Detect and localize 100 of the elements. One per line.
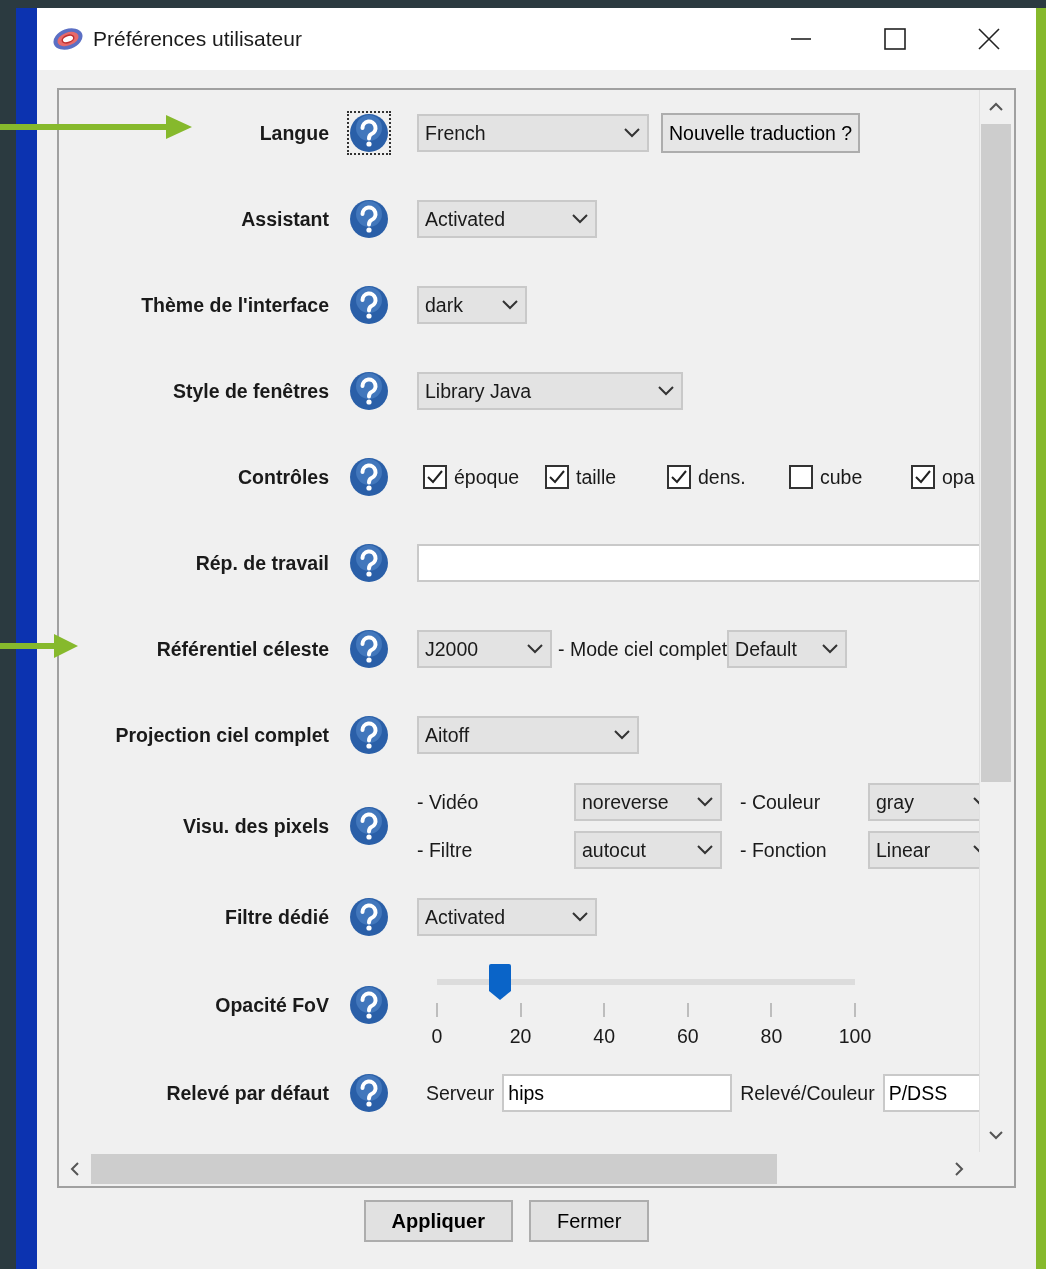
help-icon	[350, 986, 388, 1024]
dropdown[interactable]: Default	[727, 630, 848, 668]
setting-label: Contrôles	[238, 465, 329, 488]
translation-button[interactable]: Nouvelle traduction ?	[661, 113, 861, 153]
checkbox[interactable]	[545, 465, 569, 489]
dropdown[interactable]: Linear	[868, 831, 979, 869]
checkbox[interactable]	[911, 465, 935, 489]
dropdown[interactable]: gray	[868, 783, 979, 821]
help-button[interactable]	[347, 713, 391, 757]
help-button[interactable]	[347, 455, 391, 499]
help-icon	[350, 544, 388, 582]
input-field[interactable]	[417, 544, 979, 582]
field-label: Serveur	[426, 1081, 495, 1105]
dropdown-caret-icon	[571, 911, 589, 923]
field-label: - Fonction	[739, 838, 828, 862]
maximize-icon	[884, 28, 906, 50]
scroll-thumb[interactable]	[91, 1154, 777, 1184]
field-label: Relevé/Couleur	[740, 1081, 875, 1105]
field-label: - Mode ciel complet	[558, 637, 728, 661]
field-label: - Couleur	[739, 790, 822, 814]
field-label: - Filtre	[417, 838, 474, 862]
dropdown[interactable]: Library Java	[417, 372, 683, 410]
checkbox[interactable]	[789, 465, 813, 489]
help-icon	[350, 807, 388, 845]
dropdown[interactable]: Aitoff	[417, 716, 639, 754]
window-title: Préférences utilisateur	[93, 27, 303, 51]
dropdown-caret-icon	[657, 385, 675, 397]
checkbox-label: opa	[942, 465, 975, 489]
setting-label: Rép. de travail	[195, 551, 329, 574]
dropdown-caret-icon	[526, 643, 544, 655]
help-button[interactable]	[347, 283, 391, 327]
checkbox[interactable]	[423, 465, 447, 489]
input-field[interactable]: hips	[502, 1074, 733, 1112]
help-icon	[350, 630, 388, 668]
help-button[interactable]	[347, 197, 391, 241]
checkbox[interactable]	[667, 465, 691, 489]
dropdown[interactable]: autocut	[574, 831, 722, 869]
checkbox-label: époque	[454, 465, 520, 489]
help-icon	[350, 114, 388, 152]
dropdown[interactable]: J2000	[417, 630, 552, 668]
setting-label: Assistant	[241, 207, 329, 230]
help-button[interactable]	[347, 983, 391, 1027]
slider-thumb[interactable]	[487, 962, 512, 1001]
input-field[interactable]: P/DSS	[882, 1074, 979, 1112]
setting-label: Visu. des pixels	[183, 814, 329, 837]
tick-label: 100	[838, 1024, 872, 1048]
help-icon	[350, 898, 388, 936]
help-button[interactable]	[347, 369, 391, 413]
dropdown-caret-icon	[821, 643, 840, 655]
help-button[interactable]	[347, 627, 391, 671]
app-logo-icon	[51, 25, 85, 53]
field-label: - Vidéo	[417, 790, 480, 814]
dropdown[interactable]: dark	[417, 286, 527, 324]
chevron-left-icon	[70, 1161, 80, 1177]
dropdown-caret-icon	[623, 127, 641, 139]
setting-label: Projection ciel complet	[115, 723, 329, 746]
help-button[interactable]	[347, 804, 391, 848]
setting-label: Relevé par défaut	[166, 1081, 329, 1104]
vertical-scrollbar[interactable]	[979, 90, 1012, 1152]
dropdown-caret-icon	[613, 729, 631, 741]
dropdown-caret-icon	[696, 796, 714, 808]
dropdown-caret-icon	[571, 213, 589, 225]
tick-label: 60	[676, 1024, 699, 1048]
dropdown-caret-icon	[696, 844, 714, 856]
close-icon	[978, 28, 1000, 50]
scroll-thumb[interactable]	[981, 124, 1011, 782]
chevron-right-icon	[954, 1161, 964, 1177]
checkbox-label: dens.	[698, 465, 746, 489]
minimize-icon	[790, 38, 812, 40]
dropdown[interactable]: Activated	[417, 200, 597, 238]
dropdown[interactable]: noreverse	[574, 783, 722, 821]
tick-label: 40	[593, 1024, 616, 1048]
tick-label: 80	[760, 1024, 783, 1048]
help-button[interactable]	[347, 541, 391, 585]
chevron-down-icon	[988, 1131, 1004, 1141]
tick-label: 20	[509, 1024, 532, 1048]
help-icon	[350, 372, 388, 410]
help-button[interactable]	[347, 1071, 391, 1115]
help-button[interactable]	[347, 895, 391, 939]
help-icon	[350, 458, 388, 496]
setting-label: Filtre dédié	[224, 905, 329, 928]
setting-label: Référentiel céleste	[156, 637, 329, 660]
dropdown[interactable]: Activated	[417, 898, 597, 936]
help-icon	[350, 286, 388, 324]
setting-label: Style de fenêtres	[172, 379, 329, 402]
setting-label: Thème de l'interface	[141, 293, 329, 316]
dropdown-caret-icon	[501, 299, 519, 311]
dialog-button[interactable]: Appliquer	[363, 1200, 513, 1242]
help-icon	[350, 1074, 388, 1112]
setting-label: Opacité FoV	[215, 993, 329, 1016]
help-button[interactable]	[347, 111, 391, 155]
dialog-button[interactable]: Fermer	[528, 1200, 650, 1242]
dropdown[interactable]: French	[417, 114, 649, 152]
setting-label: Langue	[259, 121, 329, 144]
help-icon	[350, 200, 388, 238]
checkbox-label: taille	[576, 465, 617, 489]
help-icon	[350, 716, 388, 754]
tick-label: 0	[431, 1024, 443, 1048]
chevron-up-icon	[988, 101, 1004, 111]
checkbox-label: cube	[820, 465, 863, 489]
